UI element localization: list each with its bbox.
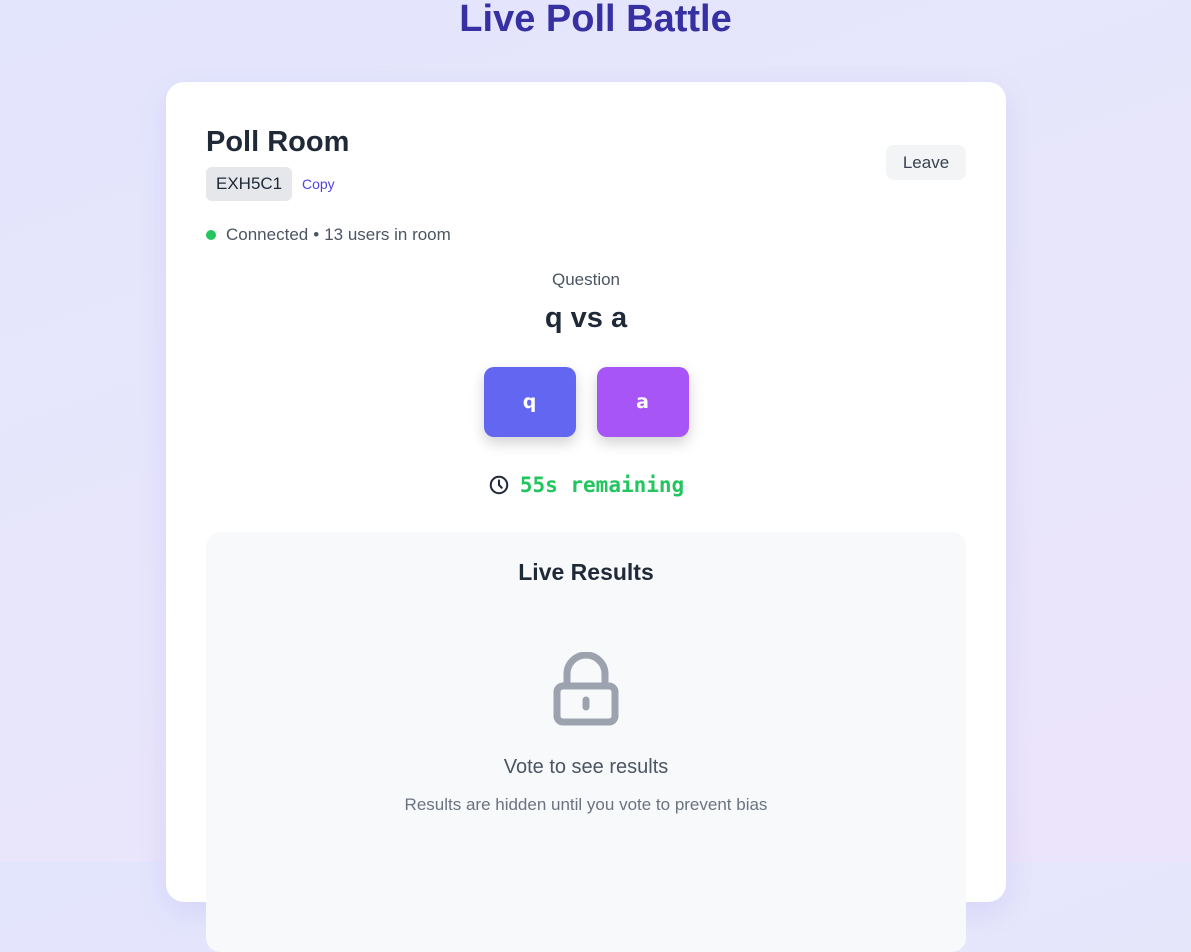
question-label: Question bbox=[551, 270, 621, 289]
room-title: Poll Room bbox=[206, 126, 350, 158]
poll-card: Poll Room EXH5C1 Copy Leave Connected • … bbox=[166, 82, 1006, 952]
results-title: Live Results bbox=[518, 559, 654, 585]
copy-code-button[interactable]: Copy bbox=[302, 167, 335, 201]
room-code-badge: EXH5C1 bbox=[206, 167, 293, 201]
vote-option-q-button[interactable]: q bbox=[483, 367, 576, 437]
clock-icon bbox=[489, 475, 509, 495]
timer-text: 55s remaining bbox=[519, 473, 685, 497]
connection-label: Connected bbox=[226, 225, 309, 244]
app-title: Live Poll Battle bbox=[459, 0, 732, 40]
countdown-timer: 55s remaining bbox=[166, 470, 1006, 500]
vote-subtext: Results are hidden until you vote to pre… bbox=[404, 795, 768, 814]
question-text: q vs a bbox=[544, 302, 628, 334]
vote-option-a-button[interactable]: a bbox=[596, 367, 689, 437]
leave-button[interactable]: Leave bbox=[886, 145, 966, 180]
vote-prompt: Vote to see results bbox=[503, 756, 669, 778]
lock-icon bbox=[553, 652, 619, 726]
connection-status: Connected • 13 users in room bbox=[206, 222, 451, 248]
vote-options: q a bbox=[166, 367, 1006, 437]
status-dot-icon bbox=[206, 230, 216, 240]
status-separator: • bbox=[313, 225, 320, 244]
user-count: 13 users in room bbox=[324, 225, 451, 244]
live-results-panel: Live Results Vote to see results Results… bbox=[206, 532, 966, 952]
